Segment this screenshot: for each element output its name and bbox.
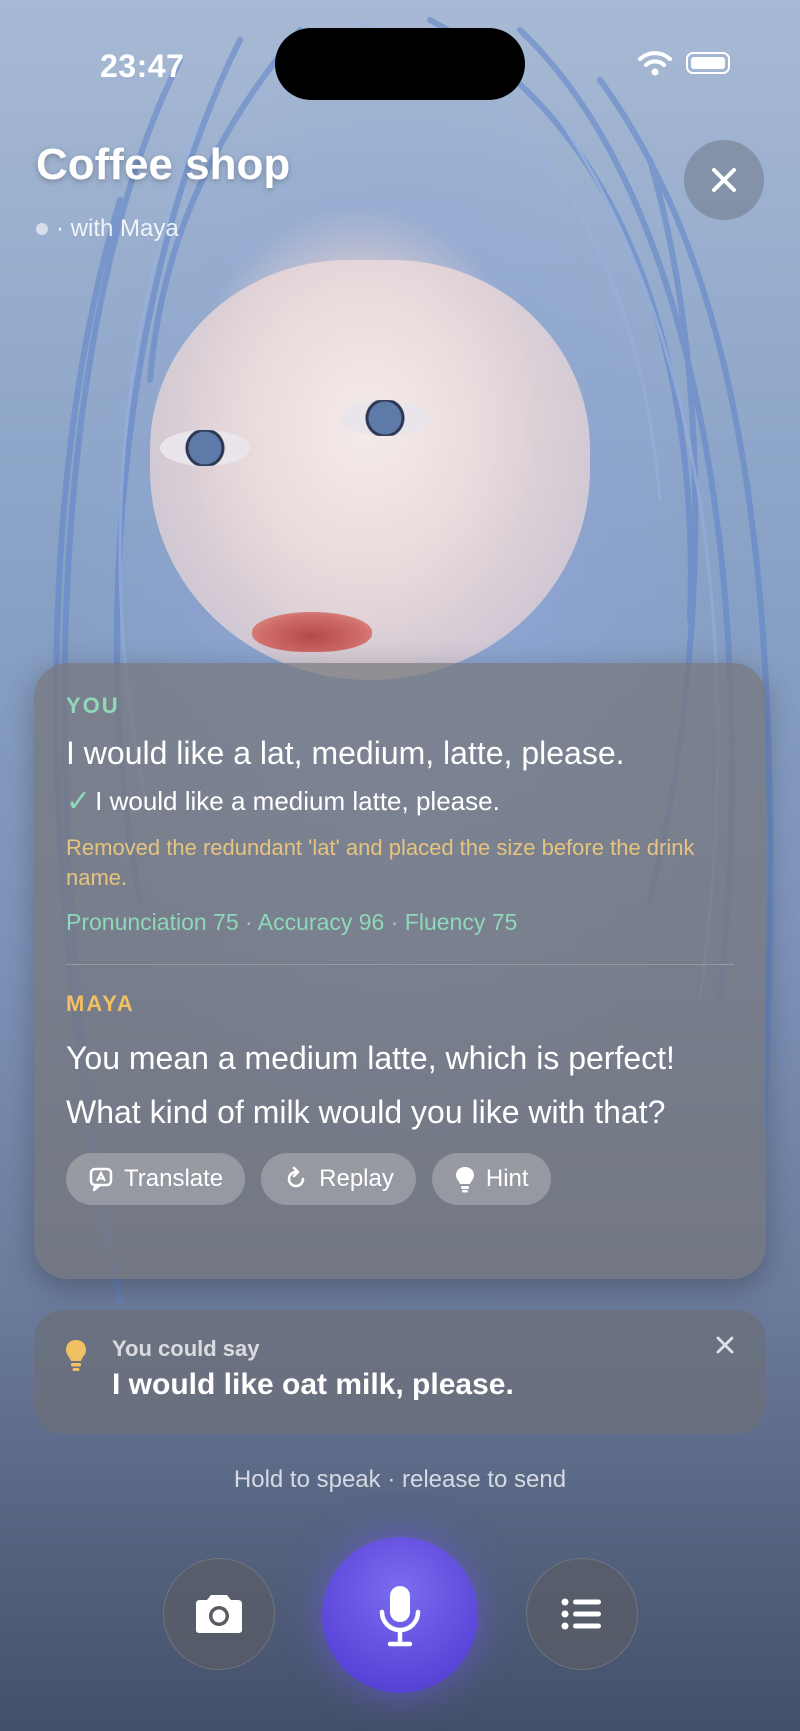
camera-icon <box>196 1595 242 1633</box>
translate-icon <box>89 1167 113 1192</box>
replay-button[interactable]: Replay <box>261 1153 416 1205</box>
conversation-card: YOU I would like a lat, medium, latte, p… <box>34 663 766 1279</box>
subtitle-text: · with Maya <box>56 215 179 242</box>
background-portrait-face <box>150 260 590 680</box>
list-icon <box>561 1598 601 1630</box>
correction-explanation: Removed the redundant 'lat' and placed t… <box>66 835 695 890</box>
close-icon <box>712 168 736 192</box>
maya-reply: You mean a medium latte, which is perfec… <box>66 1040 675 1130</box>
page-subtitle: · with Maya <box>36 215 179 243</box>
hint-label: Hint <box>485 1165 529 1192</box>
score-summary: Pronunciation 75 · Accuracy 96 · Fluency… <box>66 909 518 935</box>
translate-label: Translate <box>124 1165 224 1192</box>
suggestion-card: You could say I would like oat milk, ple… <box>34 1310 766 1434</box>
background-portrait-lips <box>252 612 372 652</box>
camera-button[interactable] <box>163 1558 275 1670</box>
presence-dot-icon <box>36 223 48 235</box>
hint-button[interactable]: Hint <box>431 1153 551 1205</box>
message-actions: Translate Replay Hint <box>66 1153 734 1205</box>
checkmark-icon: ✓ <box>66 785 92 818</box>
lightbulb-icon <box>66 1340 86 1371</box>
lightbulb-icon <box>455 1167 474 1193</box>
corrected-sentence: ✓ I would like a medium latte, please. <box>66 784 734 819</box>
corrected-text: I would like a medium latte, please. <box>95 786 500 816</box>
replay-label: Replay <box>319 1165 394 1192</box>
status-time: 23:47 <box>100 48 185 84</box>
background-portrait-eye-right <box>340 400 430 436</box>
hold-to-speak-instruction: Hold to speak · release to send <box>233 1466 567 1493</box>
you-label: YOU <box>66 693 120 718</box>
you-utterance: I would like a lat, medium, latte, pleas… <box>66 735 625 771</box>
wifi-icon <box>638 51 672 76</box>
hold-to-speak-mic-button[interactable] <box>322 1537 478 1693</box>
divider <box>66 964 734 965</box>
maya-label: MAYA <box>66 991 135 1016</box>
background-portrait-eye-left <box>160 430 250 466</box>
close-button[interactable] <box>684 140 764 220</box>
translate-button[interactable]: Translate <box>66 1153 246 1205</box>
replay-icon <box>287 1166 305 1188</box>
battery-icon <box>686 52 730 74</box>
dynamic-island <box>275 28 525 100</box>
suggestion-text: I would like oat milk, please. <box>112 1368 514 1401</box>
transcript-list-button[interactable] <box>526 1558 638 1670</box>
screen: 23:47 Coffee shop · with Maya YOU I woul… <box>0 0 800 1731</box>
dismiss-suggestion-icon[interactable] <box>714 1334 736 1356</box>
microphone-icon <box>379 1586 421 1647</box>
suggestion-label: You could say <box>112 1336 260 1361</box>
page-title: Coffee shop <box>36 140 291 189</box>
status-icons <box>638 50 730 76</box>
